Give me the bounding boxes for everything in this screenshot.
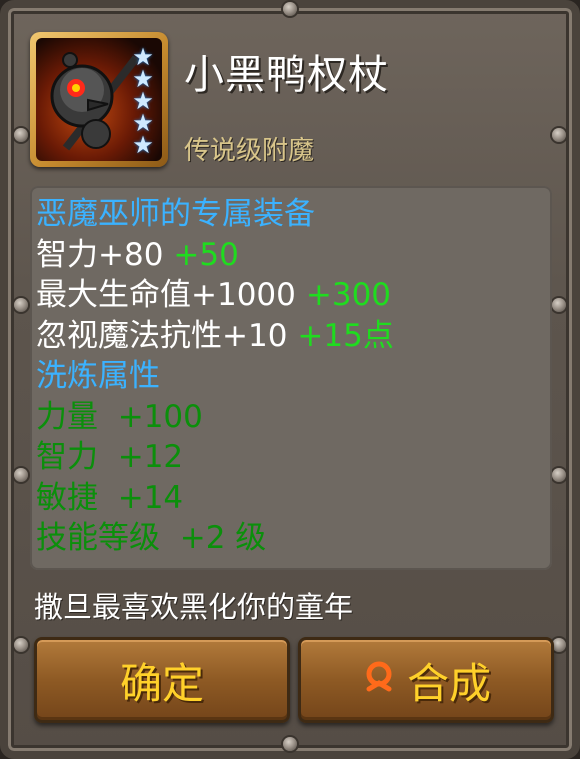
- combine-icon: [361, 656, 397, 705]
- confirm-button-label: 确定: [119, 658, 204, 708]
- combine-button[interactable]: 合成: [298, 637, 554, 723]
- rivet: [552, 638, 566, 652]
- refine-label: 技能等级: [36, 520, 160, 556]
- stat-line: 最大生命值+1000 +300: [36, 275, 552, 316]
- refine-value: +2 级: [179, 520, 267, 556]
- stat-bonus: +50: [173, 236, 239, 273]
- item-name: 小黑鸭权杖: [184, 52, 389, 98]
- stat-label: 最大生命值+1000: [36, 277, 296, 313]
- refine-label: 智力: [36, 439, 98, 475]
- rivet: [552, 468, 566, 482]
- combine-button-label: 合成: [406, 658, 491, 708]
- black-duck-scepter-icon: ★ ★ ★ ★ ★: [36, 38, 162, 161]
- rivet: [552, 128, 566, 142]
- refine-line: 技能等级 +2 级: [36, 518, 552, 559]
- rivet: [14, 468, 28, 482]
- refine-value: +12: [117, 439, 184, 475]
- refine-label: 力量: [36, 398, 98, 435]
- stat-label: 忽视魔法抗性+10: [36, 317, 288, 354]
- refine-value: +100: [117, 398, 203, 435]
- star-icon: ★: [132, 131, 154, 159]
- stat-bonus: +300: [305, 277, 392, 313]
- flavor-text: 撒旦最喜欢黑化你的童年: [34, 590, 354, 624]
- refine-line: 力量 +100: [36, 397, 552, 438]
- rivet: [283, 2, 297, 16]
- stat-label: 智力+80: [36, 236, 164, 273]
- refine-title: 洗炼属性: [36, 358, 160, 394]
- stat-bonus: +15点: [297, 317, 394, 354]
- rivet: [14, 298, 28, 312]
- rivet: [552, 298, 566, 312]
- rivet: [14, 638, 28, 652]
- rivet: [14, 128, 28, 142]
- stats-panel: 恶魔巫师的专属装备 智力+80 +50 最大生命值+1000 +300 忽视魔法抗性…: [30, 186, 552, 570]
- refine-value: +14: [117, 479, 184, 516]
- exclusive-label: 恶魔巫师的专属装备: [36, 196, 315, 232]
- item-icon-frame: ★ ★ ★ ★ ★: [30, 32, 168, 167]
- star-rating: ★ ★ ★ ★ ★: [130, 45, 160, 159]
- stat-line: 智力+80 +50: [36, 235, 552, 276]
- confirm-button[interactable]: 确定: [34, 637, 290, 723]
- item-rarity: 传说级附魔: [184, 136, 315, 166]
- refine-label: 敏捷: [36, 479, 98, 516]
- rivet: [283, 737, 297, 751]
- stat-line: 忽视魔法抗性+10 +15点: [36, 316, 552, 357]
- refine-line: 智力 +12: [36, 437, 552, 478]
- refine-line: 敏捷 +14: [36, 478, 552, 519]
